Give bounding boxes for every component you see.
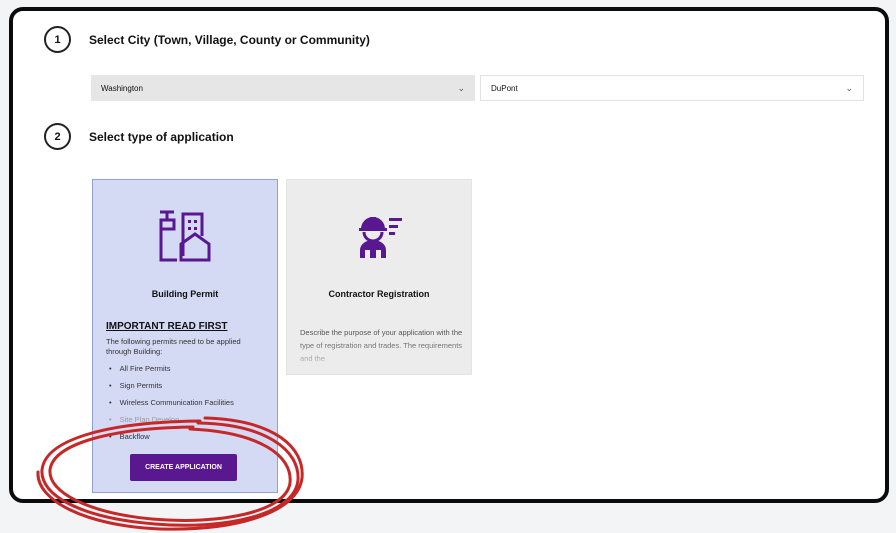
chevron-down-icon: ⌄ xyxy=(845,82,853,93)
important-read-first: IMPORTANT READ FIRST xyxy=(106,321,228,332)
chevron-down-icon: ⌄ xyxy=(457,82,465,93)
permit-list: All Fire Permits Sign Permits Wireless C… xyxy=(105,360,234,445)
building-permit-intro: The following permits need to be applied… xyxy=(106,337,241,356)
step-2: 2 Select type of application xyxy=(44,123,234,150)
contractor-registration-title: Contractor Registration xyxy=(328,289,430,299)
list-item: All Fire Permits xyxy=(105,360,234,377)
building-permit-card[interactable]: Building Permit IMPORTANT READ FIRST The… xyxy=(92,179,278,493)
step-1: 1 Select City (Town, Village, County or … xyxy=(44,26,370,53)
description-fade xyxy=(287,338,471,374)
building-permit-title: Building Permit xyxy=(151,289,219,299)
create-application-button[interactable]: CREATE APPLICATION xyxy=(130,454,237,481)
app-frame: 1 Select City (Town, Village, County or … xyxy=(9,7,889,503)
state-select-value: Washington xyxy=(101,83,143,93)
step-number-2: 2 xyxy=(44,123,71,150)
building-icon xyxy=(159,210,211,262)
construction-worker-icon xyxy=(359,217,402,258)
list-item: Backflow xyxy=(105,428,234,445)
step-title-select-city: Select City (Town, Village, County or Co… xyxy=(89,32,370,47)
contractor-registration-card[interactable]: Contractor Registration Describe the pur… xyxy=(286,179,472,375)
state-select[interactable]: Washington ⌄ xyxy=(91,75,475,101)
step-title-application-type: Select type of application xyxy=(89,129,234,144)
list-item: Wireless Communication Facilities xyxy=(105,394,234,411)
step-number-1: 1 xyxy=(44,26,71,53)
city-select[interactable]: DuPont ⌄ xyxy=(480,75,864,101)
list-item: Site Plan Develop... xyxy=(105,411,234,428)
city-select-value: DuPont xyxy=(491,83,518,93)
list-item: Sign Permits xyxy=(105,377,234,394)
